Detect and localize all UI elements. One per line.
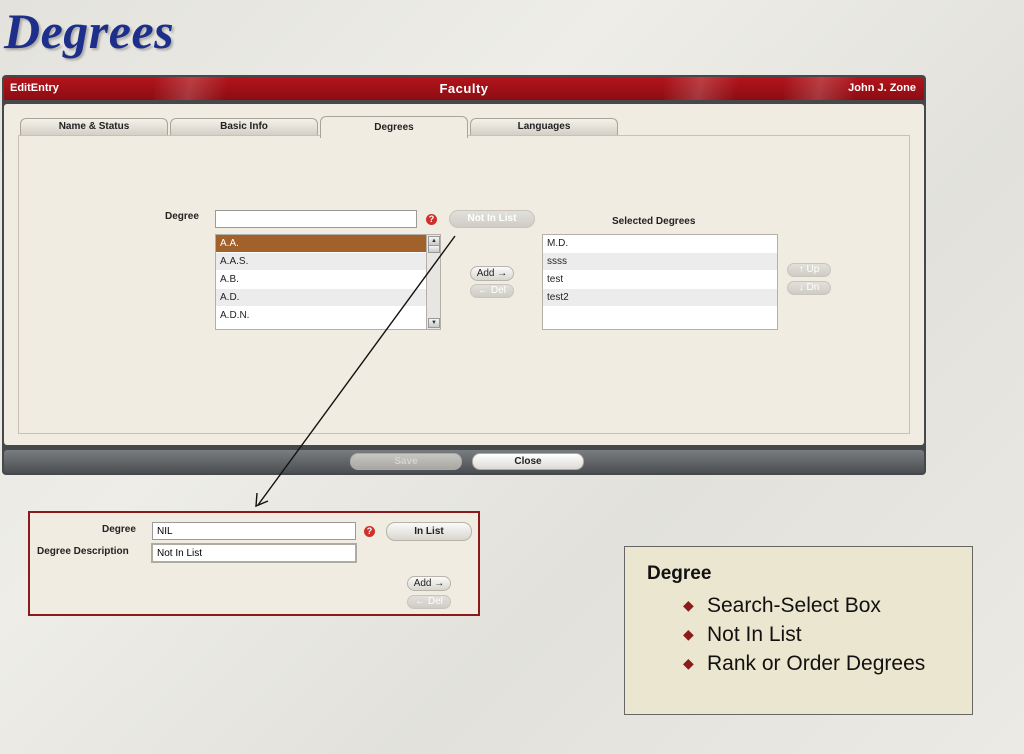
degree-description-input[interactable] <box>151 543 357 563</box>
not-in-list-detail-panel: Degree ? In List Degree Description Add … <box>28 511 480 616</box>
info-box: Degree ◆ Search-Select Box ◆ Not In List ◆… <box>624 546 973 715</box>
list-item: ◆ Not In List <box>683 620 925 649</box>
add-button[interactable]: Add → <box>407 576 451 591</box>
tab-degrees[interactable]: Degrees <box>320 116 468 138</box>
degree-label: Degree <box>102 524 136 535</box>
diamond-bullet-icon: ◆ <box>683 655 694 671</box>
list-item: ◆ Rank or Order Degrees <box>683 649 925 678</box>
info-heading: Degree <box>647 563 712 584</box>
help-icon[interactable]: ? <box>364 526 375 537</box>
in-list-button[interactable]: In List <box>386 522 472 541</box>
feature-list: ◆ Search-Select Box ◆ Not In List ◆ Rank or… <box>683 591 925 678</box>
degree-description-label: Degree Description <box>37 546 129 557</box>
diamond-bullet-icon: ◆ <box>683 597 694 613</box>
list-item: ◆ Search-Select Box <box>683 591 925 620</box>
diamond-bullet-icon: ◆ <box>683 626 694 642</box>
delete-button[interactable]: ← Del <box>407 595 451 609</box>
degree-input[interactable] <box>152 522 356 540</box>
